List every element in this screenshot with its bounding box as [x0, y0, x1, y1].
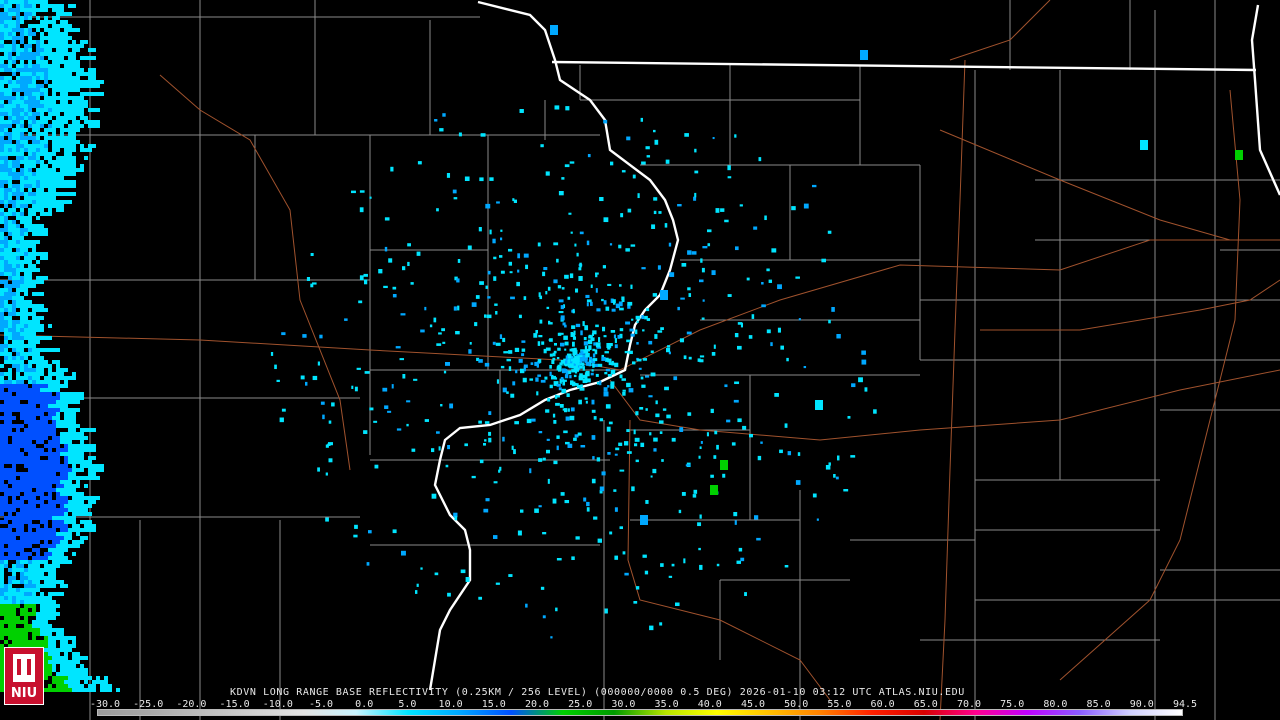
logo-text: NIU [10, 686, 38, 701]
reflectivity-echoes [0, 0, 1243, 692]
radar-map[interactable] [0, 0, 1280, 720]
tower-icon [13, 654, 35, 682]
niu-logo: NIU [4, 647, 44, 705]
state-boundaries [428, 0, 1280, 691]
dbz-scale-labels: -30.0 -25.0 -20.0 -15.0 -10.0 -5.0 0.0 5.0 10.0 1… [90, 699, 1197, 710]
dbz-color-bar [97, 709, 1183, 716]
product-caption: KDVN LONG RANGE BASE REFLECTIVITY (0.25K… [230, 687, 965, 698]
